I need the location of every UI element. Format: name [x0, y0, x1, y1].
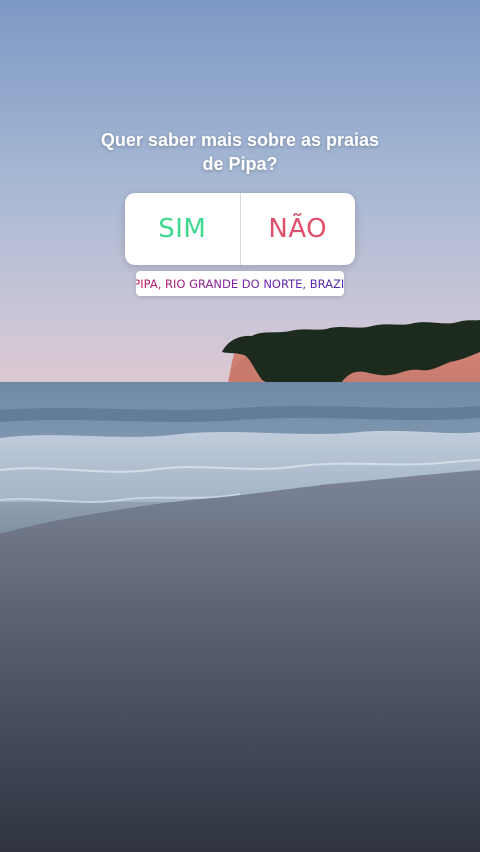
sand [0, 470, 480, 852]
poll-option-no[interactable]: NÃO [241, 193, 356, 265]
poll-option-yes-label: SIM [158, 214, 207, 244]
poll-question: Quer saber mais sobre as praias de Pipa? [100, 130, 380, 174]
poll-sticker: SIM NÃO [125, 193, 355, 265]
location-sticker[interactable]: PIPA, RIO GRANDE DO NORTE, BRAZIL [136, 271, 344, 296]
location-label: PIPA, RIO GRANDE DO NORTE, BRAZIL [136, 277, 344, 291]
story-view: Quer saber mais sobre as praias de Pipa?… [0, 0, 480, 852]
poll-option-yes[interactable]: SIM [125, 193, 240, 265]
poll-option-no-label: NÃO [268, 214, 328, 244]
